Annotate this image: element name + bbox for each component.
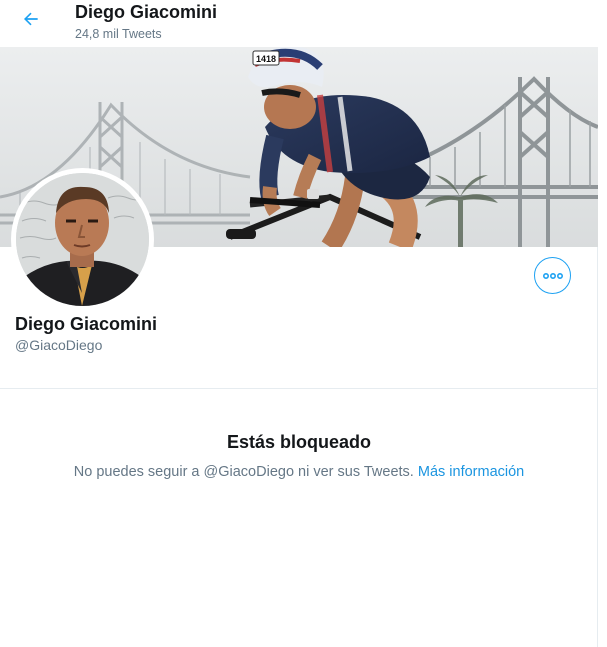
divider bbox=[0, 388, 598, 389]
header-profile-name: Diego Giacomini bbox=[75, 2, 218, 22]
blocked-message: No puedes seguir a @GiacoDiego ni ver su… bbox=[0, 464, 598, 480]
profile-name: Diego Giacomini bbox=[15, 314, 158, 334]
header-tweet-count: 24,8 mil Tweets bbox=[75, 27, 162, 41]
more-horizontal-icon bbox=[542, 267, 563, 285]
blocked-title: Estás bloqueado bbox=[226, 432, 372, 452]
back-button[interactable] bbox=[14, 4, 48, 38]
profile-header-bar: Diego Giacomini 24,8 mil Tweets bbox=[0, 0, 598, 47]
learn-more-link[interactable]: Más información bbox=[418, 464, 524, 480]
more-options-button[interactable] bbox=[534, 257, 571, 294]
arrow-left-icon bbox=[21, 9, 41, 34]
avatar[interactable] bbox=[16, 173, 149, 306]
bib-number: 1418 bbox=[256, 54, 276, 64]
profile-handle: @GiacoDiego bbox=[15, 337, 103, 353]
blocked-message-text: No puedes seguir a @GiacoDiego ni ver su… bbox=[73, 464, 418, 480]
